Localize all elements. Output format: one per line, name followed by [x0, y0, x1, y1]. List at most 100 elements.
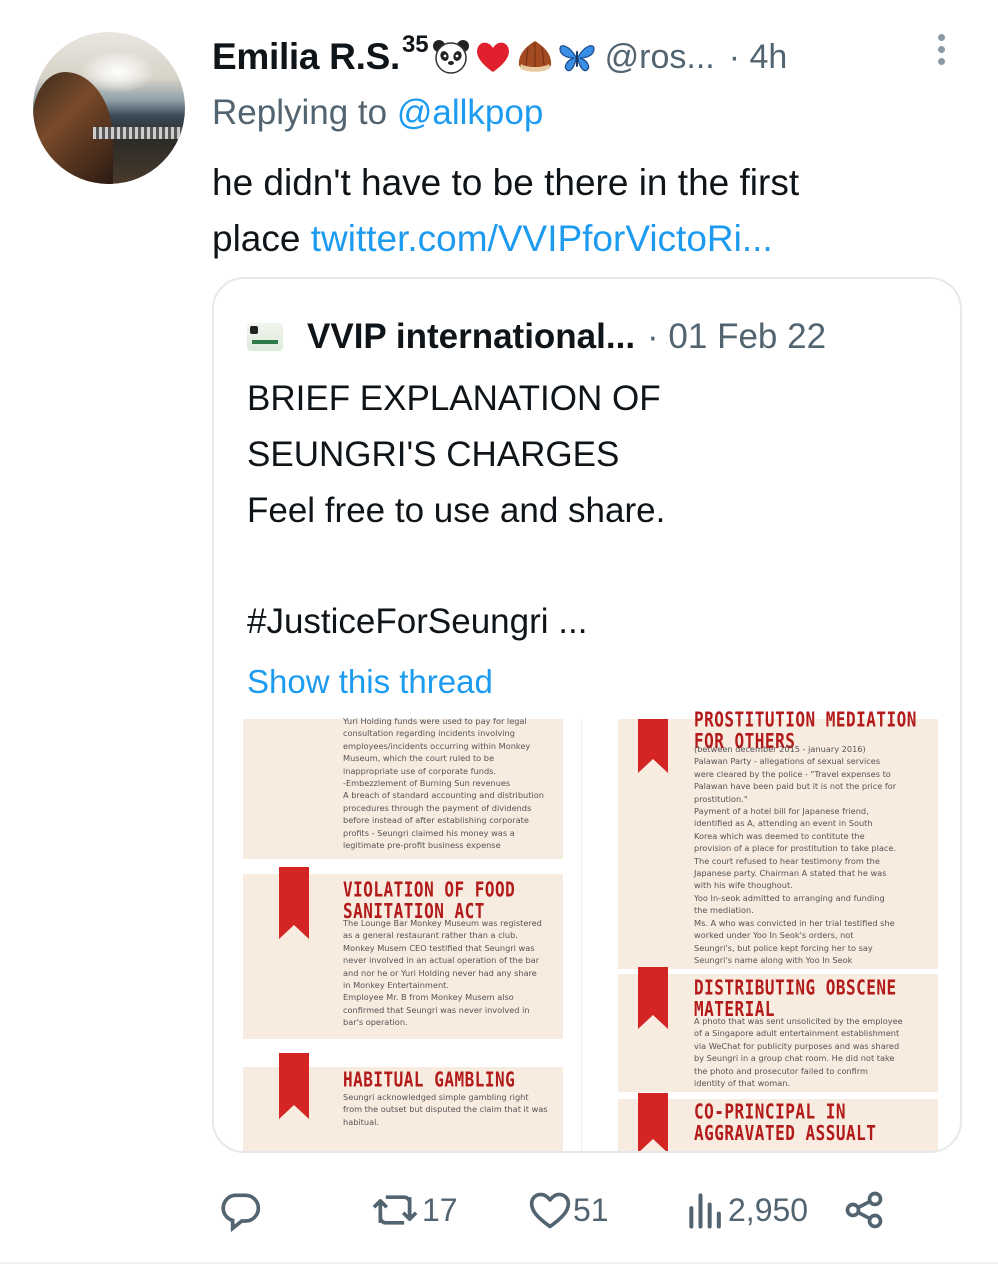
quote-header: VVIP international... · 01 Feb 22 — [247, 317, 826, 357]
author-handle[interactable]: @ros... — [605, 38, 715, 77]
infographic-text-line: the mediation. — [694, 905, 754, 916]
blue-butterfly-icon — [559, 45, 595, 72]
avatar[interactable] — [33, 32, 185, 184]
red-ribbon-icon — [279, 867, 309, 939]
panda-face-icon — [432, 40, 469, 74]
more-options-icon[interactable] — [934, 34, 948, 70]
infographic-text-line: via WeChat for publicity purposes and wa… — [694, 1040, 900, 1051]
infographic-text-line: Palawan Party - allegations of sexual se… — [694, 756, 881, 767]
panel-text-obscene-material: A photo that was sent unsolicited by the… — [694, 1015, 934, 1089]
retweet-button[interactable]: 17 — [368, 1180, 458, 1240]
like-count: 51 — [573, 1191, 609, 1228]
panel-text-prostitution-mediation: (between december 2015 - january 2016) Pa… — [694, 743, 934, 966]
infographic-text-line: habitual. — [343, 1116, 379, 1127]
infographic-text-line: Korea which was deemed to contitute the — [694, 830, 865, 841]
infographic-text-line: Payment of a hotel bill for Japanese fri… — [694, 806, 869, 817]
infographic-text-line: as a general restaurant rather than a cl… — [343, 930, 518, 941]
replying-to-label: Replying to — [212, 93, 388, 132]
quote-image[interactable]: Yuri Holding funds were used to pay for … — [214, 709, 960, 1151]
infographic-text-line: identified as A, attending an event in S… — [694, 818, 873, 829]
infographic-text-line: of a Singapore adult entertainment estab… — [694, 1028, 900, 1039]
infographic-text-line: confirmed that Seungri was never involve… — [343, 1004, 530, 1015]
red-ribbon-icon — [279, 1053, 309, 1119]
infographic-text-line: the photo and prosecutor failed to confi… — [694, 1065, 868, 1076]
like-button[interactable]: 51 — [527, 1180, 609, 1240]
infographic-text-line: Yuri Holding funds were used to pay for … — [343, 716, 527, 726]
infographic-text-line: employees/incidents occurring within Mon… — [343, 740, 531, 751]
share-icon — [845, 1191, 883, 1229]
quote-author[interactable]: VVIP international... — [307, 317, 635, 357]
quote-text-line: SEUNGRI'S CHARGES — [247, 435, 620, 474]
show-thread-link[interactable]: Show this thread — [247, 663, 493, 701]
tweet-header: Emilia R.S. 35 @ros... · 4h — [212, 31, 788, 82]
infographic-text-line: prostitution." — [694, 793, 748, 804]
views-button[interactable]: 2,950 — [684, 1180, 808, 1240]
panel-text-corporate-funds: Yuri Holding funds were used to pay for … — [343, 715, 568, 851]
red-ribbon-icon — [638, 1093, 668, 1151]
infographic-text-line: consultation regarding incidents involvi… — [343, 728, 515, 739]
infographic-text-line: before instead of after establishing cor… — [343, 815, 529, 826]
infographic-text-line: inappropriate use of corporate funds. — [343, 765, 497, 776]
heart-icon — [529, 1192, 571, 1229]
retweet-icon — [372, 1195, 418, 1225]
infographic-text-line: in Monkey Entertainment. — [343, 980, 449, 991]
tweet-link[interactable]: twitter.com/VVIPforVictoRi... — [311, 218, 773, 259]
quote-text-line: BRIEF EXPLANATION OF — [247, 379, 661, 418]
tweet-text-line: he didn't have to be there in the first — [212, 162, 800, 203]
infographic-text-line: bar's operation. — [343, 1017, 408, 1028]
tweet-text-line: place — [212, 218, 301, 259]
infographic-text-line: provision of a place for prostitution to… — [694, 843, 897, 854]
red-heart-icon — [476, 42, 509, 72]
infographic-text-line: The Lounge Bar Monkey Museum was registe… — [343, 918, 542, 928]
replying-to: Replying to @allkpop — [212, 93, 543, 133]
co-principal-title: CO-PRINCIPAL IN AGGRAVATED ASSUALT — [694, 1099, 877, 1145]
analytics-icon — [689, 1193, 721, 1229]
share-button[interactable] — [842, 1180, 886, 1240]
tweet-text: he didn't have to be there in the first … — [212, 155, 962, 267]
infographic-text-line: worked under Yoo In Seok's orders, not — [694, 930, 854, 941]
habitual-gambling-title: HABITUAL GAMBLING — [343, 1067, 516, 1092]
infographic-text-line: Ms. A who was convicted in her trial tes… — [694, 917, 895, 928]
tweet-time[interactable]: · 4h — [729, 38, 788, 77]
infographic-text-line: by Seungri in a group chat room. He did … — [694, 1053, 895, 1064]
infographic-text-line: Japanese party. Chairman A stated that h… — [694, 868, 887, 879]
author-name[interactable]: Emilia R.S. — [212, 36, 400, 78]
author-superscript: 35 — [401, 31, 429, 58]
tweet-actions: 17 51 2,950 — [0, 1180, 998, 1240]
panel-text-food-sanitation: The Lounge Bar Monkey Museum was registe… — [343, 917, 568, 1029]
infographic-text-line: A breach of standard accounting and dist… — [343, 790, 544, 801]
infographic-text-line: Seungri's, but police kept forcing her t… — [694, 942, 873, 953]
infographic-text-line: and nor he or Yuri Holding never had any… — [343, 967, 537, 978]
infographic-right-column: PROSTITUTION MEDIATION FOR OTHERS (betwe… — [596, 709, 956, 1151]
infographic-text-line: legitimate pre-profit business expense — [343, 840, 501, 851]
reply-button[interactable] — [218, 1180, 262, 1240]
infographic-text-line: The court refused to hear testimony from… — [694, 855, 880, 866]
infographic-text-line: Museum, which the court ruled to be — [343, 753, 495, 764]
obscene-material-title: DISTRIBUTING OBSCENE MATERIAL — [694, 975, 897, 1021]
infographic-text-line: with his wife thoughout. — [694, 880, 793, 891]
red-ribbon-icon — [638, 719, 668, 773]
infographic-text-line: Employee Mr. B from Monkey Musem also — [343, 992, 514, 1003]
food-sanitation-title: VIOLATION OF FOOD SANITATION ACT — [343, 877, 516, 923]
red-ribbon-icon — [638, 967, 668, 1029]
infographic-text-line: profits - Seungri claimed his money was … — [343, 827, 515, 838]
quote-hashtag[interactable]: #JusticeForSeungri ... — [247, 602, 587, 642]
infographic-text-line: Seungri acknowledged simple gambling rig… — [343, 1092, 529, 1102]
infographic-text-line: identity of that woman. — [694, 1078, 791, 1089]
divider — [0, 1262, 998, 1264]
reply-to-handle[interactable]: @allkpop — [397, 93, 543, 132]
infographic-text-line: (between december 2015 - january 2016) — [694, 744, 866, 754]
infographic-text-line: procedures through the payment of divide… — [343, 802, 532, 813]
infographic-text-line: Monkey Musem CEO testified that Seungri … — [343, 942, 535, 953]
infographic-text-line: A photo that was sent unsolicited by the… — [694, 1016, 903, 1026]
infographic-left-column: Yuri Holding funds were used to pay for … — [221, 716, 582, 1151]
infographic-text-line: were cleared by the police - "Travel exp… — [694, 768, 891, 779]
reply-icon — [221, 1193, 261, 1232]
quote-avatar — [247, 323, 283, 351]
chestnut-icon — [518, 41, 551, 72]
infographic-text-line: Seungri's name along with Yoo In Seok — [694, 954, 853, 965]
infographic-text-line: never involved in an actual operation of… — [343, 955, 540, 966]
infographic-text-line: from the outset but disputed the claim t… — [343, 1104, 548, 1115]
avatar-railing — [93, 127, 185, 139]
quote-tweet-card[interactable]: VVIP international... · 01 Feb 22 BRIEF … — [212, 277, 962, 1153]
